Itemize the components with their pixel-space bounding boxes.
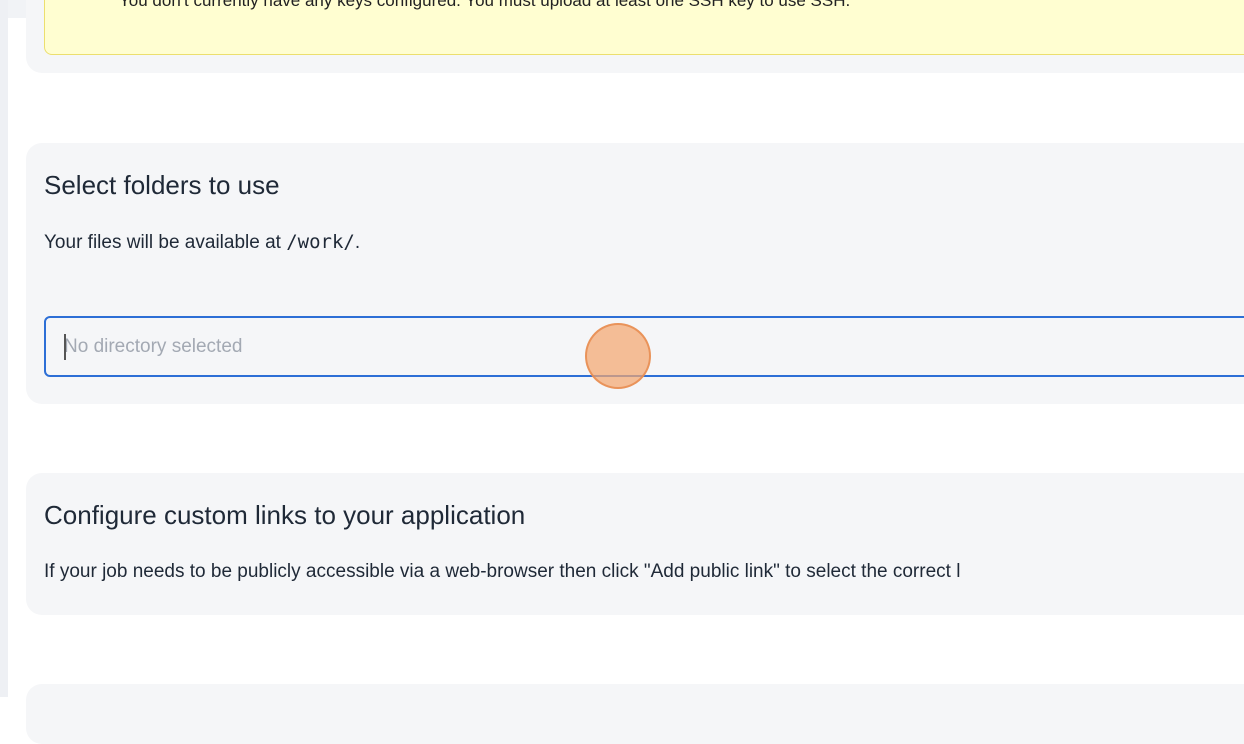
folders-description: Your files will be available at /work/. [44,230,360,255]
custom-links-panel [26,473,1244,615]
text-cursor [64,334,66,360]
ssh-warning-alert: You don't currently have any keys config… [44,0,1244,55]
mount-path: /work/ [286,231,355,253]
folders-description-prefix: Your files will be available at [44,232,287,253]
left-rail [0,0,8,697]
custom-links-description: If your job needs to be publicly accessi… [44,561,961,582]
click-indicator [585,323,651,389]
ssh-warning-text: You don't currently have any keys config… [119,0,851,10]
next-panel [26,684,1244,744]
folders-section-title: Select folders to use [44,170,280,200]
custom-links-section-title: Configure custom links to your applicati… [44,500,526,530]
folders-description-suffix: . [354,232,361,253]
